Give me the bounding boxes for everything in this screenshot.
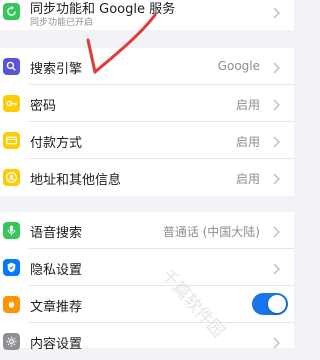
settings-group-2: 语音搜索 普通话 (中国大陆) 隐私设置 文章推荐 内容设置 xyxy=(0,212,294,352)
mic-icon xyxy=(3,222,20,239)
search-icon xyxy=(3,58,20,75)
person-icon xyxy=(3,169,20,186)
sync-sublabel: 同步功能已开启 xyxy=(30,18,94,28)
chevron-right-icon xyxy=(272,60,282,74)
article-suggestions-toggle[interactable] xyxy=(252,293,288,315)
row-voice-search[interactable]: 语音搜索 普通话 (中国大陆) xyxy=(0,212,294,249)
gear-icon xyxy=(3,333,20,350)
shield-icon xyxy=(3,259,20,276)
card-icon xyxy=(3,132,20,149)
row-label: 地址和其他信息 xyxy=(30,173,122,188)
chevron-right-icon xyxy=(272,261,282,275)
settings-group-1: 搜索引擎 Google 密码 启用 付款方式 启用 地址和其他信息 启用 xyxy=(0,48,294,196)
row-value: 启用 xyxy=(235,172,260,186)
row-value: 启用 xyxy=(235,98,260,112)
chevron-right-icon xyxy=(272,171,282,185)
row-label: 密码 xyxy=(30,99,57,114)
toggle-knob xyxy=(268,295,286,313)
row-label: 文章推荐 xyxy=(30,300,83,315)
row-value: 启用 xyxy=(235,135,260,149)
key-icon xyxy=(3,95,20,112)
row-label: 付款方式 xyxy=(30,136,83,151)
row-value: Google xyxy=(217,59,260,73)
chevron-right-icon xyxy=(272,5,282,19)
chevron-right-icon xyxy=(272,134,282,148)
row-search-engine[interactable]: 搜索引擎 Google xyxy=(0,48,294,85)
row-content-settings[interactable]: 内容设置 xyxy=(0,323,294,360)
row-label: 隐私设置 xyxy=(30,263,83,278)
row-label: 搜索引擎 xyxy=(30,62,83,77)
chevron-right-icon xyxy=(272,224,282,238)
flame-icon xyxy=(3,296,20,313)
row-passwords[interactable]: 密码 启用 xyxy=(0,85,294,122)
row-label: 语音搜索 xyxy=(30,226,83,241)
row-article-suggestions: 文章推荐 xyxy=(0,286,294,323)
row-value: 普通话 (中国大陆) xyxy=(162,225,260,239)
row-privacy[interactable]: 隐私设置 xyxy=(0,249,294,286)
chevron-right-icon xyxy=(272,97,282,111)
chevron-right-icon xyxy=(272,335,282,349)
row-payment-methods[interactable]: 付款方式 启用 xyxy=(0,122,294,159)
sync-group: 同步功能和 Google 服务 同步功能已开启 xyxy=(0,0,294,30)
sync-icon xyxy=(3,3,20,20)
row-addresses[interactable]: 地址和其他信息 启用 xyxy=(0,159,294,196)
row-label: 内容设置 xyxy=(30,337,83,352)
